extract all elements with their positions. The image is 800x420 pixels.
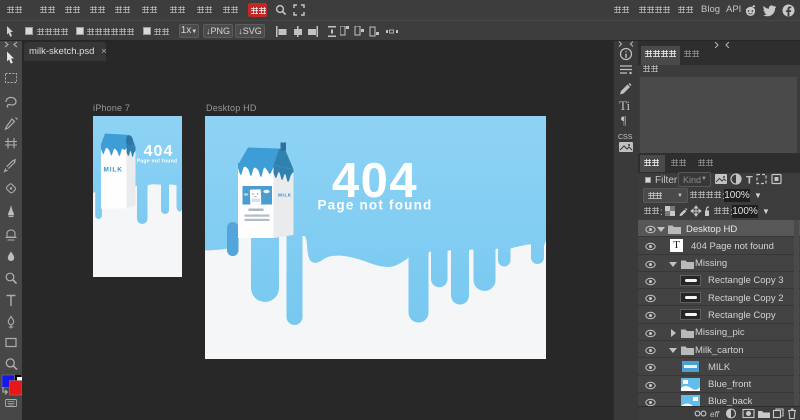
svg-text:CSS: CSS [618, 134, 633, 141]
svg-text:MILK: MILK [104, 167, 123, 174]
svg-text:Page not found: Page not found [137, 159, 178, 165]
svg-text:¶: ¶ [621, 113, 627, 127]
svg-text:Ti: Ti [619, 98, 630, 113]
svg-text:eff: eff [710, 410, 720, 419]
svg-text:Page not found: Page not found [317, 198, 432, 213]
svg-text:404: 404 [144, 143, 174, 160]
svg-text:T: T [746, 175, 753, 186]
svg-text:MILK: MILK [278, 193, 292, 199]
